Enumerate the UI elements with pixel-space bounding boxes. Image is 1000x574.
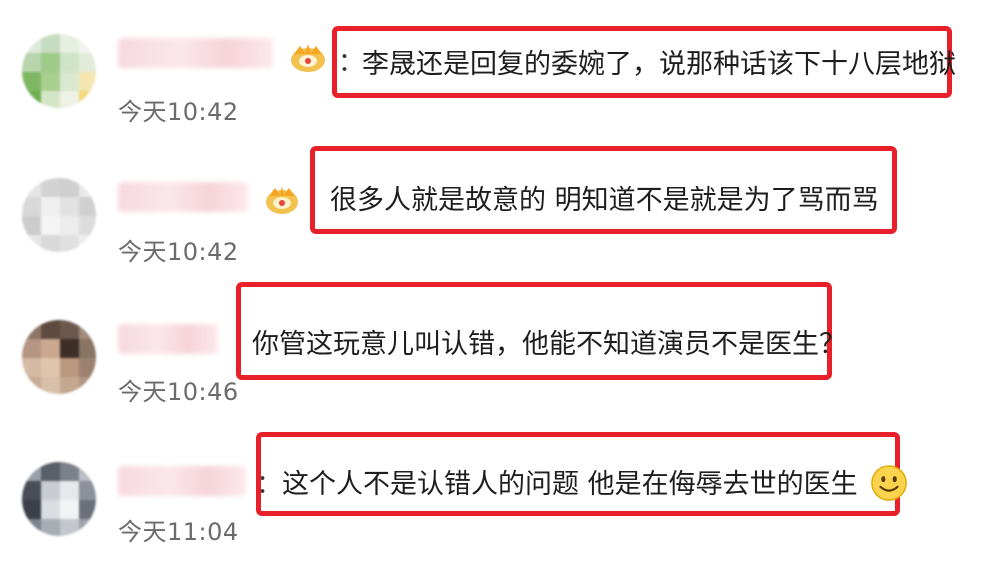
- smile-emoji-icon: [871, 464, 907, 501]
- comment-item: ： 这个人不是认错人的问题 他是在侮辱去世的医生 今天11:04: [0, 420, 1000, 550]
- avatar[interactable]: [22, 320, 96, 394]
- comment-item: ： 你管这玩意儿叫认错，他能不知道演员不是医生？ 今天10:46: [0, 280, 1000, 410]
- username-blurred[interactable]: [118, 182, 248, 212]
- username-blurred[interactable]: [118, 466, 246, 496]
- comment-item: ： 李晟还是回复的委婉了，说那种话该下十八层地狱 今天10:42: [0, 0, 1000, 130]
- avatar[interactable]: [22, 34, 96, 108]
- comment-text-content: 这个人不是认错人的问题 他是在侮辱去世的医生: [282, 469, 858, 500]
- comment-time: 今天11:04: [118, 518, 239, 546]
- comment-text: 很多人就是故意的 明知道不是就是为了骂而骂: [330, 185, 879, 216]
- comment-text: 李晟还是回复的委婉了，说那种话该下十八层地狱: [362, 49, 956, 80]
- comment-time: 今天10:46: [118, 378, 239, 406]
- crown-badge-icon: [266, 186, 298, 214]
- avatar[interactable]: [22, 462, 96, 536]
- avatar[interactable]: [22, 178, 96, 252]
- crown-badge-icon: [291, 44, 325, 72]
- comment-list: ： 李晟还是回复的委婉了，说那种话该下十八层地狱 今天10:42 很多人就是故意…: [0, 0, 1000, 574]
- username-blurred[interactable]: [118, 38, 273, 68]
- comment-text: 这个人不是认错人的问题 他是在侮辱去世的医生: [282, 462, 908, 502]
- comment-time: 今天10:42: [118, 98, 239, 126]
- comment-time: 今天10:42: [118, 238, 239, 266]
- comment-item: 很多人就是故意的 明知道不是就是为了骂而骂 今天10:42: [0, 140, 1000, 270]
- username-blurred[interactable]: [118, 324, 218, 354]
- comment-text: 你管这玩意儿叫认错，他能不知道演员不是医生？: [252, 329, 846, 360]
